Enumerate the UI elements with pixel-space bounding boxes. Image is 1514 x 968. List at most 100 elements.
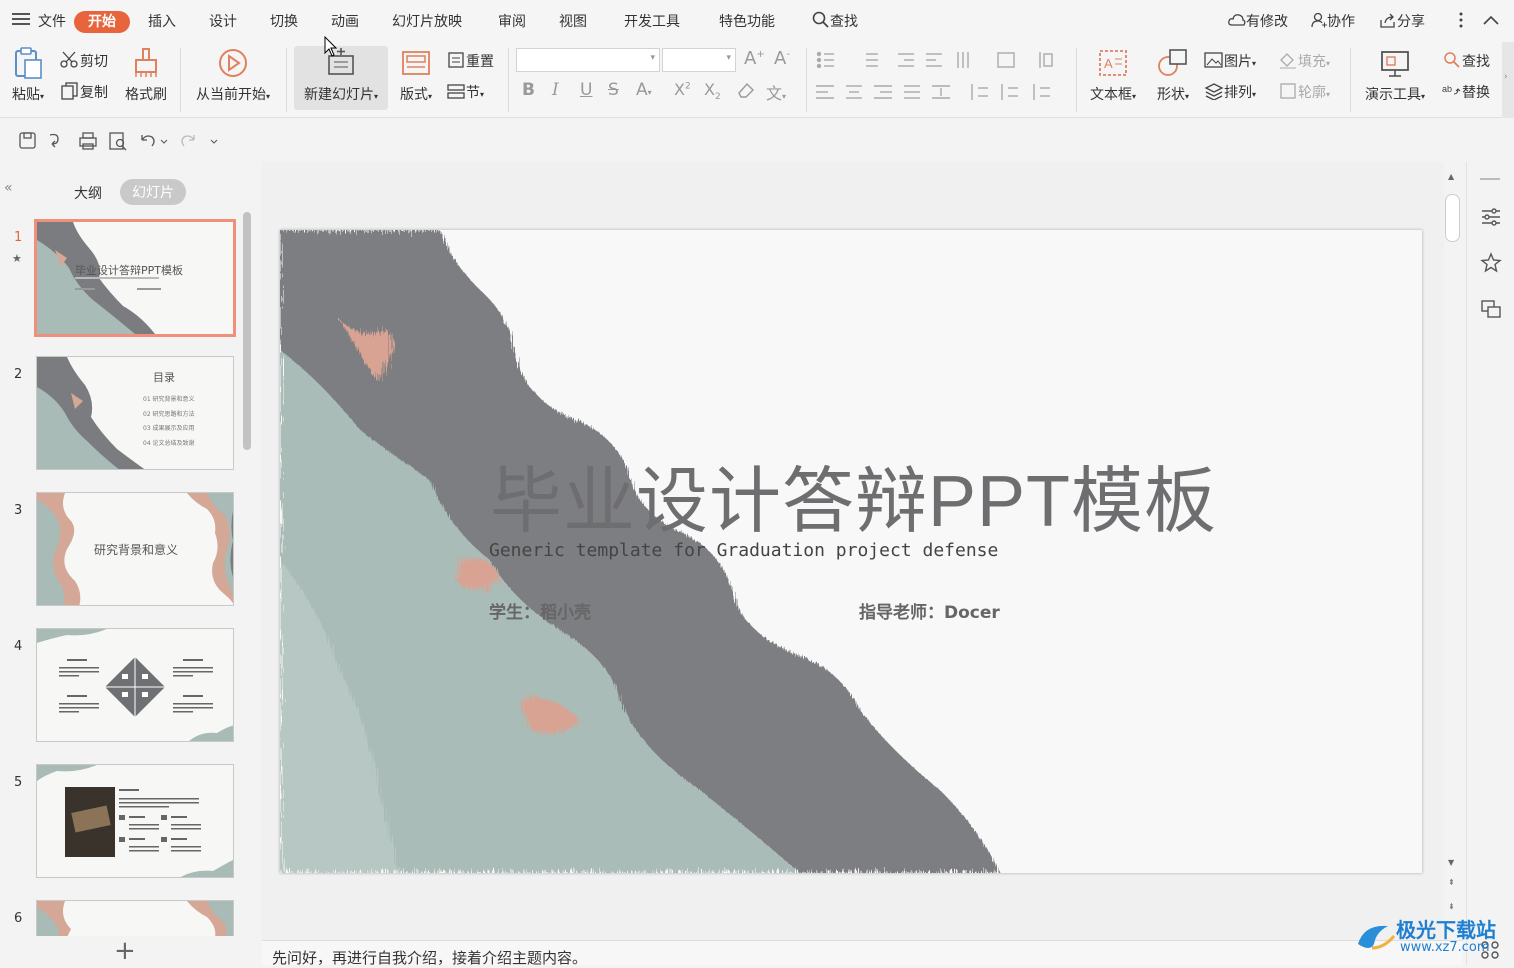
hamburger-menu-icon[interactable] bbox=[12, 11, 30, 33]
collaborate-label: 协作 bbox=[1327, 14, 1355, 30]
tab-transition[interactable]: 切换 bbox=[270, 11, 298, 33]
format-painter-button[interactable]: 格式刷 bbox=[122, 46, 170, 104]
main-slide[interactable]: 毕业设计答辩PPT模板 Generic template for Graduat… bbox=[280, 230, 1422, 873]
paste-button[interactable]: 粘贴▾ bbox=[8, 46, 48, 104]
shape-button[interactable]: 形状▾ bbox=[1150, 46, 1196, 104]
textbox-icon: A bbox=[1099, 50, 1127, 76]
paintbrush-icon bbox=[135, 48, 157, 77]
font-size-select[interactable]: ▾ bbox=[662, 48, 736, 72]
slide-thumbnail-3[interactable]: 研究背景和意义 bbox=[36, 492, 234, 606]
slide-thumbnail-1[interactable]: 毕业设计答辩PPT模板 bbox=[34, 219, 236, 337]
textbox-button[interactable]: A 文本框▾ bbox=[1084, 46, 1142, 104]
slide-thumbnail-2[interactable]: 目录 01 研究背景和意义 02 研究思路和方法 03 成果展示及应用 04 论… bbox=[36, 356, 234, 470]
slide-thumbnail-5[interactable] bbox=[36, 764, 234, 878]
prev-slide-icon[interactable]: ⇞ bbox=[1448, 878, 1455, 887]
find-button[interactable]: 查找 bbox=[1442, 51, 1490, 71]
quick-access-icons[interactable] bbox=[18, 131, 238, 151]
bold-icon[interactable]: B bbox=[522, 80, 535, 100]
presentation-tools-button[interactable]: 演示工具▾ bbox=[1358, 46, 1432, 104]
next-slide-icon[interactable]: ⇟ bbox=[1448, 902, 1455, 911]
thumb-1-subtitle-line bbox=[75, 277, 159, 279]
font-color-icon[interactable]: A▾ bbox=[636, 80, 652, 100]
tab-special[interactable]: 特色功能 bbox=[719, 11, 775, 33]
slide-title[interactable]: 毕业设计答辩PPT模板 bbox=[490, 442, 1217, 547]
speaker-notes[interactable]: 先问好，再进行自我介绍，接着介绍主题内容。 bbox=[262, 940, 1462, 967]
increase-font-icon[interactable]: A+ bbox=[744, 48, 765, 69]
picture-label: 图片 bbox=[1224, 54, 1252, 70]
cut-button[interactable]: 剪切 bbox=[60, 51, 108, 71]
arrange-button[interactable]: 排列▾ bbox=[1204, 82, 1256, 102]
student-name[interactable]: 学生：稻小壳 bbox=[489, 598, 591, 623]
ribbon-scroll-right[interactable]: › bbox=[1502, 42, 1514, 118]
thumb-3-title: 研究背景和意义 bbox=[93, 543, 178, 557]
tab-view[interactable]: 视图 bbox=[559, 11, 587, 33]
italic-icon[interactable]: I bbox=[552, 80, 559, 100]
share-button[interactable]: 分享 bbox=[1379, 11, 1425, 33]
collapse-panel-icon[interactable]: « bbox=[4, 180, 13, 196]
list-indent-icons[interactable] bbox=[816, 48, 1066, 72]
strikethrough-icon[interactable]: S bbox=[608, 80, 619, 100]
menu-file[interactable]: 文件 bbox=[38, 11, 66, 33]
animation-star-icon[interactable] bbox=[1480, 252, 1502, 274]
search-menu[interactable]: 查找 bbox=[812, 11, 858, 33]
tab-developer[interactable]: 开发工具 bbox=[624, 11, 680, 33]
align-icons[interactable] bbox=[816, 80, 1066, 104]
picture-button[interactable]: 图片▾ bbox=[1204, 51, 1256, 71]
slide-number: 4 bbox=[14, 639, 23, 654]
fill-button[interactable]: 填充▾ bbox=[1278, 51, 1330, 71]
replace-button[interactable]: ab 替换 bbox=[1442, 82, 1490, 102]
watermark-url: www.xz7.com bbox=[1400, 940, 1490, 955]
tab-home[interactable]: 开始 bbox=[74, 11, 130, 33]
toc-item: 01 研究背景和意义 bbox=[143, 396, 195, 403]
copy-button[interactable]: 复制 bbox=[60, 82, 108, 102]
cloud-icon bbox=[1228, 14, 1246, 26]
transition-icon[interactable] bbox=[1480, 298, 1502, 320]
decrease-font-icon[interactable]: A- bbox=[774, 48, 790, 69]
settings-sliders-icon[interactable] bbox=[1480, 206, 1502, 228]
slide-number: 2 bbox=[14, 367, 23, 382]
collaborate-button[interactable]: 协作 bbox=[1311, 11, 1355, 33]
clipboard-icon bbox=[15, 47, 42, 79]
image-icon bbox=[1204, 52, 1223, 68]
menu-bar: 文件 开始 插入 设计 切换 动画 幻灯片放映 审阅 视图 开发工具 特色功能 … bbox=[0, 0, 1514, 42]
slide-thumbnail-4[interactable] bbox=[36, 628, 234, 742]
unsaved-changes-button[interactable]: 有修改 bbox=[1228, 11, 1288, 33]
tab-design[interactable]: 设计 bbox=[209, 11, 237, 33]
slide-thumbnail-6[interactable] bbox=[36, 900, 234, 936]
find-label: 查找 bbox=[1462, 54, 1490, 70]
outline-button[interactable]: 轮廓▾ bbox=[1278, 82, 1330, 102]
scroll-up-icon[interactable]: ▲ bbox=[1448, 172, 1454, 181]
collapse-ribbon-icon[interactable] bbox=[1482, 11, 1500, 33]
tab-outline[interactable]: 大纲 bbox=[74, 183, 102, 203]
tab-slideshow[interactable]: 幻灯片放映 bbox=[392, 11, 462, 33]
slide-subtitle[interactable]: Generic template for Graduation project … bbox=[489, 540, 998, 561]
tab-insert[interactable]: 插入 bbox=[148, 11, 176, 33]
svg-text:ab: ab bbox=[1442, 84, 1452, 94]
font-family-select[interactable]: ▾ bbox=[516, 48, 660, 72]
layout-icon bbox=[402, 51, 430, 75]
scroll-thumb[interactable] bbox=[1445, 194, 1460, 242]
advisor-name[interactable]: 指导老师：Docer bbox=[859, 598, 1000, 623]
tab-animation[interactable]: 动画 bbox=[331, 11, 359, 33]
underline-icon[interactable]: U bbox=[580, 80, 592, 100]
more-options-icon[interactable] bbox=[1456, 11, 1466, 33]
tab-slides[interactable]: 幻灯片 bbox=[120, 179, 186, 205]
layout-button[interactable]: 版式▾ bbox=[396, 46, 436, 104]
section-button[interactable]: 节▾ bbox=[446, 82, 484, 102]
vertical-scrollbar[interactable]: ▲ ▼ ⇞ ⇟ bbox=[1444, 162, 1462, 940]
thumb-1-title: 毕业设计答辩PPT模板 bbox=[75, 264, 183, 277]
subscript-icon[interactable]: X2 bbox=[704, 80, 721, 102]
reset-button[interactable]: 重置 bbox=[446, 51, 494, 71]
toc-item: 03 成果展示及应用 bbox=[143, 425, 195, 432]
phonetic-icon[interactable]: 文▾ bbox=[766, 80, 786, 104]
slide-number: 5 bbox=[14, 775, 23, 790]
scroll-down-icon[interactable]: ▼ bbox=[1448, 858, 1454, 867]
superscript-icon[interactable]: X2 bbox=[674, 80, 691, 99]
fill-bucket-icon bbox=[1280, 53, 1296, 69]
eraser-icon[interactable] bbox=[736, 80, 756, 104]
thumbnail-scrollbar[interactable] bbox=[243, 212, 251, 450]
tab-review[interactable]: 审阅 bbox=[498, 11, 526, 33]
new-slide-button[interactable]: 新建幻灯片▾ bbox=[294, 46, 388, 110]
play-from-current-button[interactable]: 从当前开始▾ bbox=[190, 46, 276, 104]
add-slide-icon[interactable]: + bbox=[114, 938, 136, 964]
